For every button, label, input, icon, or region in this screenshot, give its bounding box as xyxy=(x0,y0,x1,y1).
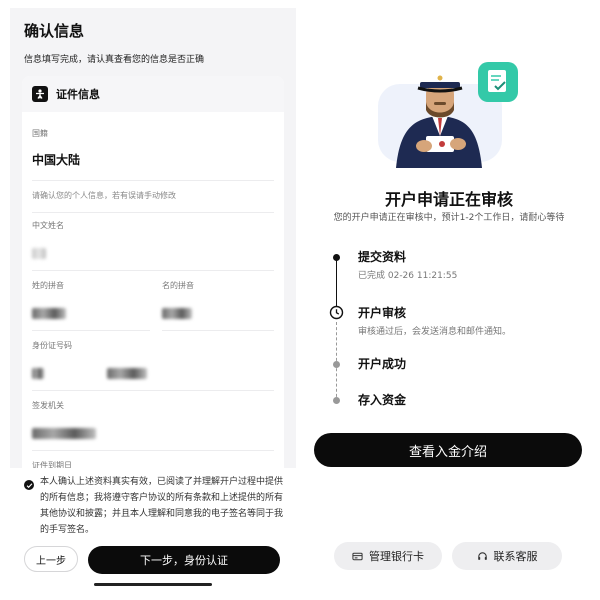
home-indicator xyxy=(94,583,212,586)
nationality-value: 中国大陆 xyxy=(32,153,81,167)
divider xyxy=(32,330,150,331)
id-number-label: 身份证号码 xyxy=(32,341,72,350)
manage-bank-card-button[interactable]: 管理银行卡 xyxy=(334,542,442,570)
divider xyxy=(32,212,274,213)
page-title: 确认信息 xyxy=(24,22,85,40)
page-subtitle: 信息填写完成，请认真查看您的信息是否正确 xyxy=(24,55,205,65)
given-pinyin-field[interactable]: 名的拼音 xyxy=(162,280,274,322)
surname-pinyin-field[interactable]: 姓的拼音 xyxy=(32,280,152,322)
redacted-id-prefix xyxy=(32,368,44,379)
clock-icon xyxy=(329,305,344,320)
agreement-area: 本人确认上述资料真实有效，已阅读了并理解开户过程中提供的所有信息；我将遵守客户协… xyxy=(10,468,296,592)
redacted-id-suffix xyxy=(107,368,148,379)
surname-pinyin-label: 姓的拼音 xyxy=(32,281,64,290)
step-deposit-name: 存入资金 xyxy=(358,393,407,407)
step-done-dot xyxy=(333,254,340,261)
prev-step-button[interactable]: 上一步 xyxy=(24,546,78,572)
captain-illustration xyxy=(378,62,518,168)
step-review-desc: 审核通过后，会发送消息和邮件通知。 xyxy=(358,327,512,337)
divider xyxy=(162,330,274,331)
card-header-title: 证件信息 xyxy=(56,88,100,101)
check-icon xyxy=(26,482,32,488)
card-header: 证件信息 xyxy=(22,76,284,112)
next-step-button[interactable]: 下一步，身份认证 xyxy=(88,546,280,574)
nationality-field[interactable]: 国籍 中国大陆 xyxy=(32,128,274,168)
redacted-surname-pinyin xyxy=(32,308,66,319)
step-submit-desc: 已完成 02-26 11:21:55 xyxy=(358,271,458,281)
agreement-text: 本人确认上述资料真实有效，已阅读了并理解开户过程中提供的所有信息；我将遵守客户协… xyxy=(40,477,284,535)
step-pending-dot xyxy=(333,397,340,404)
deposit-intro-button[interactable]: 查看入金介绍 xyxy=(314,433,582,467)
redacted-issuer xyxy=(32,428,96,439)
step-success-name: 开户成功 xyxy=(358,357,407,371)
review-status-screen: 开户申请正在审核 您的开户申请正在审核中，预计1-2个工作日，请耐心等待 提交资… xyxy=(304,8,594,592)
redacted-name xyxy=(32,248,46,259)
step-submit-name: 提交资料 xyxy=(358,250,407,264)
agree-checkbox[interactable] xyxy=(24,480,34,490)
contact-service-label: 联系客服 xyxy=(493,550,538,563)
redacted-given-pinyin xyxy=(162,308,192,319)
divider xyxy=(32,270,274,271)
contact-service-button[interactable]: 联系客服 xyxy=(452,542,562,570)
nationality-label: 国籍 xyxy=(32,129,48,138)
chinese-name-field[interactable]: 中文姓名 xyxy=(32,220,274,262)
headset-icon xyxy=(477,551,487,560)
status-title: 开户申请正在审核 xyxy=(384,190,513,209)
step-pending-dot xyxy=(333,361,340,368)
divider xyxy=(32,180,274,181)
bank-card-icon xyxy=(352,552,363,560)
divider xyxy=(32,450,274,451)
verify-hint: 请确认您的个人信息，若有误请手动修改 xyxy=(32,191,176,200)
id-number-field[interactable]: 身份证号码 xyxy=(32,340,274,382)
id-info-card: 证件信息 国籍 中国大陆 请确认您的个人信息，若有误请手动修改 中文姓名 姓的拼… xyxy=(22,76,284,496)
confirm-info-screen: 确认信息 信息填写完成，请认真查看您的信息是否正确 证件信息 国籍 中国大陆 请… xyxy=(10,8,296,592)
chinese-name-label: 中文姓名 xyxy=(32,221,64,230)
status-subtitle: 您的开户申请正在审核中，预计1-2个工作日，请耐心等待 xyxy=(333,213,565,223)
step-review-name: 开户审核 xyxy=(358,306,407,320)
given-pinyin-label: 名的拼音 xyxy=(162,281,194,290)
divider xyxy=(32,390,274,391)
manage-bank-card-label: 管理银行卡 xyxy=(369,550,424,563)
issuer-label: 签发机关 xyxy=(32,401,64,410)
id-card-icon xyxy=(32,86,48,102)
issuer-field[interactable]: 签发机关 xyxy=(32,400,274,442)
progress-timeline: 提交资料 已完成 02-26 11:21:55 开户审核 审核通过后，会发送消息… xyxy=(326,244,576,414)
